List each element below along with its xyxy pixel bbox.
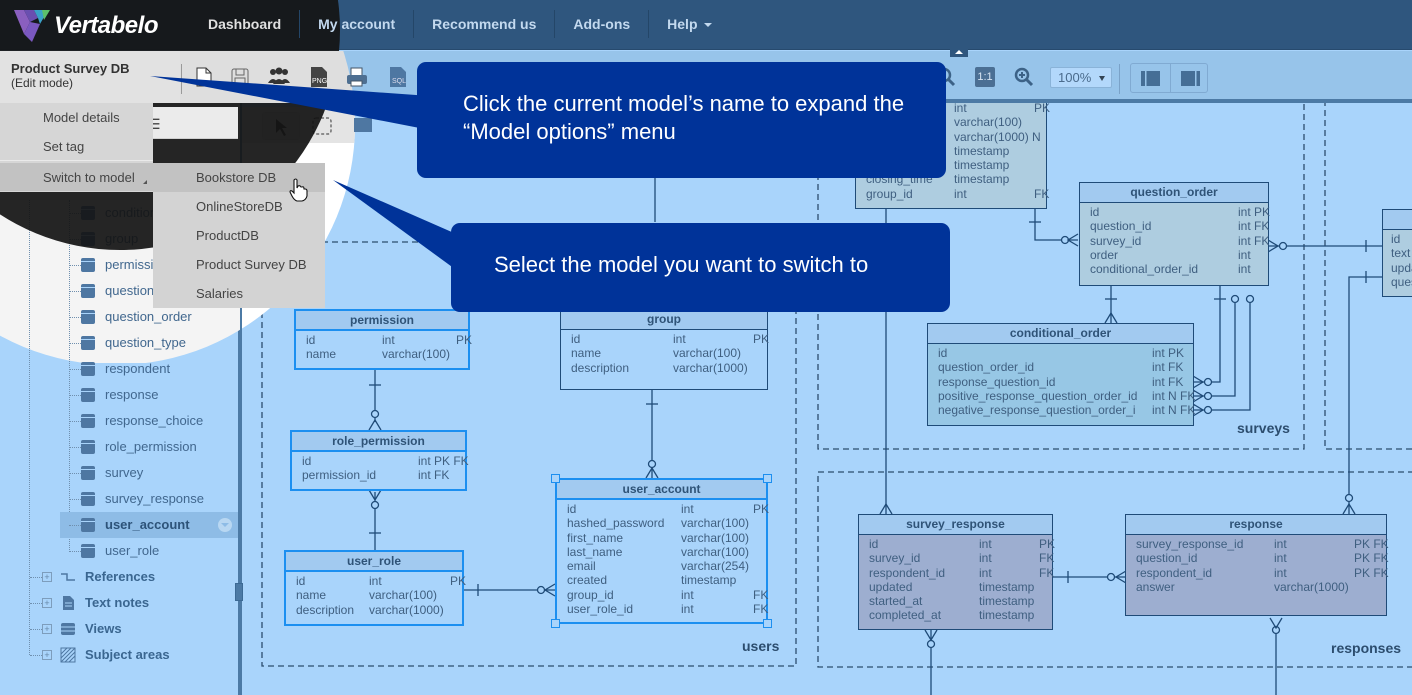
vertabelo-app: users surveys responses int PK varchar(100… — [0, 0, 1412, 695]
nav-my-account[interactable]: My account — [300, 10, 415, 38]
nav-label: Recommend us — [432, 16, 537, 32]
nav-label: Help — [667, 16, 698, 32]
main-nav-overlay: Dashboard My account Recommend us Add-ons He… — [190, 10, 730, 38]
nav-label: Add-ons — [573, 16, 631, 32]
tooltip-callout-model-name: Click the current model’s name to expand… — [417, 62, 946, 178]
callout-pointer-1 — [150, 76, 430, 130]
nav-label: My account — [318, 16, 396, 32]
nav-add-ons[interactable]: Add-ons — [555, 10, 650, 38]
nav-recommend-us[interactable]: Recommend us — [414, 10, 556, 38]
tooltip-callout-switch-model: Select the model you want to switch to — [451, 223, 950, 312]
callout-text: Click the current model’s name to expand… — [463, 91, 905, 144]
callout-pointer-2 — [333, 180, 470, 280]
chevron-down-icon — [703, 23, 712, 28]
nav-dashboard[interactable]: Dashboard — [190, 10, 301, 38]
callout-text: Select the model you want to switch to — [494, 252, 869, 277]
nav-label: Dashboard — [208, 16, 282, 32]
nav-help[interactable]: Help — [649, 10, 729, 38]
